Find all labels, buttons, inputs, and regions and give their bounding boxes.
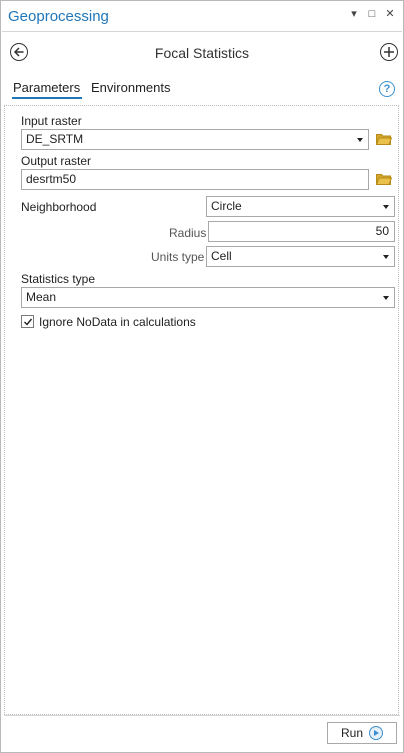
pane-controls: ▾ □ ✕ — [349, 7, 395, 21]
output-raster-folder-icon[interactable] — [376, 173, 392, 185]
input-raster-combo[interactable]: DE_SRTM — [21, 129, 369, 150]
run-button[interactable]: Run — [327, 722, 397, 744]
statistics-type-combo[interactable]: Mean — [21, 287, 395, 308]
run-label: Run — [340, 726, 363, 740]
run-play-icon — [369, 726, 383, 740]
add-icon — [384, 47, 394, 57]
pane-title: Geoprocessing — [8, 8, 109, 25]
add-button[interactable] — [380, 43, 398, 61]
help-icon[interactable]: ? — [379, 81, 395, 97]
radius-label: Radius — [169, 226, 207, 240]
input-raster-folder-icon[interactable] — [376, 133, 392, 145]
tab-parameters[interactable]: Parameters — [13, 80, 80, 95]
close-icon[interactable]: ✕ — [385, 7, 395, 20]
footer-divider — [4, 715, 400, 716]
radius-field[interactable]: 50 — [208, 221, 395, 242]
tool-title: Focal Statistics — [154, 45, 250, 61]
check-icon — [24, 318, 33, 326]
pane-menu-icon[interactable]: ▾ — [349, 7, 359, 20]
header-divider — [2, 31, 402, 32]
units-type-combo[interactable]: Cell — [206, 246, 395, 267]
ignore-nodata-label[interactable]: Ignore NoData in calculations — [39, 315, 196, 329]
maximize-icon[interactable]: □ — [367, 8, 377, 20]
active-tab-indicator — [12, 97, 82, 99]
input-raster-label: Input raster — [21, 114, 82, 128]
ignore-nodata-checkbox[interactable] — [21, 315, 34, 328]
neighborhood-label: Neighborhood — [21, 200, 97, 214]
units-type-label: Units type — [151, 250, 205, 264]
output-raster-label: Output raster — [21, 154, 92, 168]
tab-environments[interactable]: Environments — [91, 80, 170, 95]
geoprocessing-pane: Geoprocessing ▾ □ ✕ Focal Statistics Par… — [0, 0, 404, 753]
statistics-type-label: Statistics type — [21, 272, 96, 286]
output-raster-field[interactable]: desrtm50 — [21, 169, 369, 190]
neighborhood-combo[interactable]: Circle — [206, 196, 395, 217]
